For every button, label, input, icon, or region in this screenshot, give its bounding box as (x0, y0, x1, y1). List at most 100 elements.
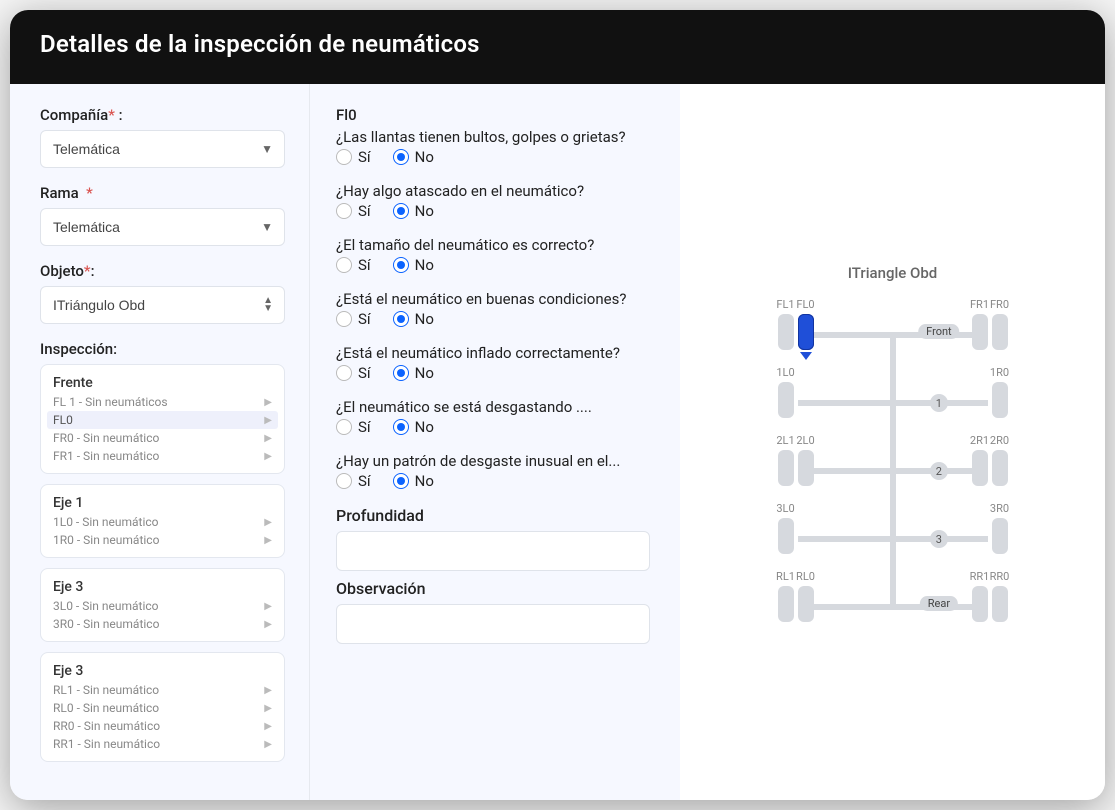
radio-row: Sí No (336, 472, 650, 490)
tire-FR1[interactable] (972, 314, 988, 350)
axle-tag: Rear (920, 596, 958, 611)
inspection-row[interactable]: 3R0 - Sin neumático▶ (53, 615, 272, 633)
radio-icon (336, 419, 352, 435)
tire-label: FL0 (794, 298, 818, 311)
depth-input[interactable] (336, 531, 650, 571)
chevron-right-icon: ▶ (264, 601, 272, 612)
tire-3L0[interactable] (778, 518, 794, 554)
tire-label: 3L0 (774, 502, 798, 515)
inspection-row[interactable]: 1L0 - Sin neumático▶ (53, 513, 272, 531)
radio-option-no[interactable]: No (393, 418, 434, 436)
radio-option-no[interactable]: No (393, 310, 434, 328)
inspection-row-label: RL0 - Sin neumático (53, 701, 159, 715)
tire-2L0[interactable] (798, 450, 814, 486)
tire-1L0[interactable] (778, 382, 794, 418)
tire-RR0[interactable] (992, 586, 1008, 622)
inspection-group: Eje 33L0 - Sin neumático▶3R0 - Sin neumá… (40, 568, 285, 642)
inspection-row[interactable]: 3L0 - Sin neumático▶ (53, 597, 272, 615)
inspection-row[interactable]: FR0 - Sin neumático▶ (53, 429, 272, 447)
required-marker: * (86, 184, 93, 202)
observation-input[interactable] (336, 604, 650, 644)
radio-option-yes[interactable]: Sí (336, 472, 371, 490)
radio-option-yes[interactable]: Sí (336, 148, 371, 166)
chevron-right-icon: ▶ (264, 703, 272, 714)
branch-select[interactable] (40, 208, 285, 246)
inspection-row-label: RL1 - Sin neumático (53, 683, 159, 697)
radio-label: No (415, 202, 434, 220)
radio-option-no[interactable]: No (393, 148, 434, 166)
inspection-group: Eje 11L0 - Sin neumático▶1R0 - Sin neumá… (40, 484, 285, 558)
radio-icon (336, 149, 352, 165)
inspection-list: FrenteFL 1 - Sin neumáticos▶FL0▶FR0 - Si… (40, 364, 285, 762)
radio-option-no[interactable]: No (393, 202, 434, 220)
branch-label: Rama * (40, 184, 285, 202)
depth-label: Profundidad (336, 506, 650, 525)
radio-option-no[interactable]: No (393, 472, 434, 490)
radio-option-no[interactable]: No (393, 364, 434, 382)
radio-row: Sí No (336, 256, 650, 274)
questions-list: ¿Las llantas tienen bultos, golpes o gri… (336, 128, 650, 490)
radio-label: Sí (358, 202, 371, 220)
tire-2R1[interactable] (972, 450, 988, 486)
inspection-row-label: FR1 - Sin neumático (53, 449, 159, 463)
tire-3R0[interactable] (992, 518, 1008, 554)
radio-label: No (415, 256, 434, 274)
tire-RR1[interactable] (972, 586, 988, 622)
inspection-row[interactable]: RR0 - Sin neumático▶ (53, 717, 272, 735)
radio-icon (393, 419, 409, 435)
page-header: Detalles de la inspección de neumáticos (10, 10, 1105, 84)
radio-icon (393, 149, 409, 165)
radio-label: Sí (358, 148, 371, 166)
question-text: ¿El tamaño del neumático es correcto? (336, 236, 650, 254)
axle-number: 1 (930, 394, 948, 412)
question-text: ¿Hay algo atascado en el neumático? (336, 182, 650, 200)
radio-option-yes[interactable]: Sí (336, 418, 371, 436)
tire-2R0[interactable] (992, 450, 1008, 486)
inspection-row[interactable]: FR1 - Sin neumático▶ (53, 447, 272, 465)
radio-option-yes[interactable]: Sí (336, 256, 371, 274)
tire-FL1[interactable] (778, 314, 794, 350)
vehicle-diagram: FL1FL0FR0FR1Front1L01R012L12L02R02R123L0… (748, 292, 1038, 632)
question-text: ¿Está el neumático inflado correctamente… (336, 344, 650, 362)
inspection-row-label: 1R0 - Sin neumático (53, 533, 159, 547)
radio-icon (336, 311, 352, 327)
inspection-row[interactable]: RR1 - Sin neumático▶ (53, 735, 272, 753)
branch-label-text: Rama (40, 184, 79, 202)
radio-option-yes[interactable]: Sí (336, 364, 371, 382)
observation-label: Observación (336, 579, 650, 598)
axle: 2L12L02R02R12 (748, 428, 1038, 494)
inspection-row-label: 3R0 - Sin neumático (53, 617, 159, 631)
axle: 3L03R03 (748, 496, 1038, 562)
tire-RL0[interactable] (798, 586, 814, 622)
inspection-row[interactable]: RL0 - Sin neumático ▶ (53, 699, 272, 717)
axle: FL1FL0FR0FR1Front (748, 292, 1038, 358)
inspection-row[interactable]: 1R0 - Sin neumático▶ (53, 531, 272, 549)
question-text: ¿Está el neumático en buenas condiciones… (336, 290, 650, 308)
object-select[interactable] (40, 286, 285, 324)
tire-label: 1L0 (774, 366, 798, 379)
diagram-title: ITriangle Obd (748, 264, 1038, 282)
tire-FL0[interactable] (798, 314, 814, 350)
radio-label: Sí (358, 256, 371, 274)
tire-1R0[interactable] (992, 382, 1008, 418)
tire-FR0[interactable] (992, 314, 1008, 350)
inspection-row[interactable]: RL1 - Sin neumático ▶ (53, 681, 272, 699)
colon: : (91, 262, 95, 280)
tire-label: 2R1 (968, 434, 992, 447)
radio-option-yes[interactable]: Sí (336, 202, 371, 220)
page-body: Compañía* : ▼ Rama * ▼ Objeto*: (10, 84, 1105, 800)
radio-option-no[interactable]: No (393, 256, 434, 274)
current-tire-label: Fl0 (336, 106, 650, 124)
radio-row: Sí No (336, 418, 650, 436)
radio-option-yes[interactable]: Sí (336, 310, 371, 328)
radio-label: Sí (358, 310, 371, 328)
tire-2L1[interactable] (778, 450, 794, 486)
required-marker: * (84, 262, 91, 280)
radio-label: No (415, 148, 434, 166)
radio-label: No (415, 364, 434, 382)
tire-RL1[interactable] (778, 586, 794, 622)
company-select[interactable] (40, 130, 285, 168)
chevron-right-icon: ▶ (264, 685, 272, 696)
inspection-row[interactable]: FL0▶ (47, 411, 278, 429)
inspection-row[interactable]: FL 1 - Sin neumáticos▶ (53, 393, 272, 411)
